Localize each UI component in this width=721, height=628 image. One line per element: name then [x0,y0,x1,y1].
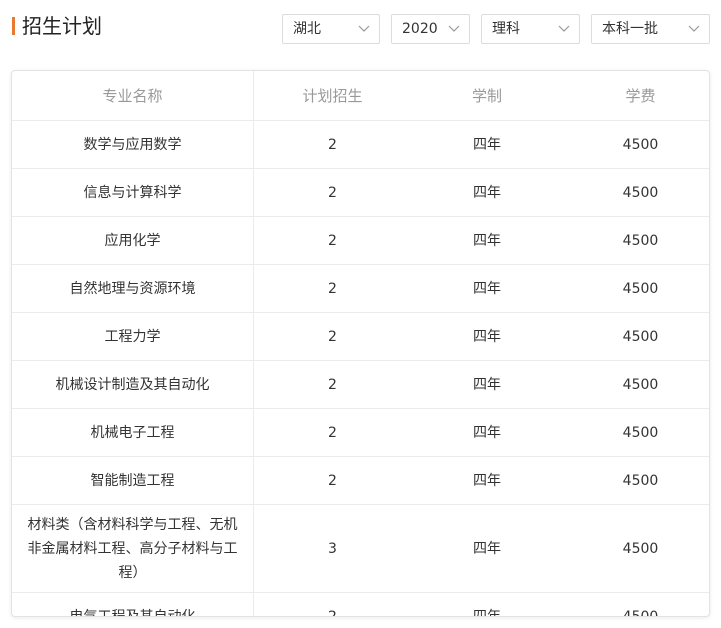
cell-duration: 四年 [411,312,563,361]
cell-major: 应用化学 [12,216,254,265]
title-accent-bar [12,17,15,35]
page-header: 招生计划 湖北 2020 理科 本科一批 [0,0,721,60]
table-row: 数学与应用数学 2 四年 4500 [12,120,709,169]
cell-major-text: 材料类（含材料科学与工程、无机非金属材料工程、高分子材料与工程） [27,516,238,581]
cell-duration: 四年 [411,216,563,265]
batch-select-value: 本科一批 [602,21,658,37]
cell-major: 机械电子工程 [12,408,254,457]
cell-plan: 2 [253,168,411,217]
table-row: 应用化学 2 四年 4500 [12,216,709,265]
cell-fee: 4500 [563,264,709,313]
year-select[interactable]: 2020 [391,14,470,44]
cell-major: 材料类（含材料科学与工程、无机非金属材料工程、高分子材料与工程） [12,504,254,593]
cell-fee: 4500 [563,456,709,505]
cell-fee: 4500 [563,216,709,265]
column-header-plan: 计划招生 [253,71,411,121]
column-header-duration: 学制 [411,71,563,121]
chevron-down-icon [358,25,370,32]
cell-fee: 4500 [563,504,709,593]
cell-major: 智能制造工程 [12,456,254,505]
cell-duration: 四年 [411,120,563,169]
province-select[interactable]: 湖北 [282,14,380,44]
cell-duration: 四年 [411,360,563,409]
year-select-value: 2020 [402,21,438,37]
table-row: 材料类（含材料科学与工程、无机非金属材料工程、高分子材料与工程） 3 四年 45… [12,504,709,593]
table-row: 自然地理与资源环境 2 四年 4500 [12,264,709,313]
cell-major: 工程力学 [12,312,254,361]
batch-select[interactable]: 本科一批 [591,14,710,44]
cell-major: 数学与应用数学 [12,120,254,169]
cell-duration: 四年 [411,264,563,313]
cell-plan: 3 [253,504,411,593]
cell-duration: 四年 [411,456,563,505]
cell-plan: 2 [253,120,411,169]
chevron-down-icon [688,25,700,32]
cell-plan: 2 [253,408,411,457]
enrollment-plan-table: 专业名称 计划招生 学制 学费 数学与应用数学 2 四年 4500 信息与计算科… [11,70,710,617]
chevron-down-icon [558,25,570,32]
cell-plan: 2 [253,312,411,361]
chevron-down-icon [448,25,460,32]
cell-fee: 4500 [622,608,659,617]
cell-plan: 2 [253,264,411,313]
cell-fee: 4500 [563,408,709,457]
table-header-row: 专业名称 计划招生 学制 学费 [12,71,709,121]
cell-plan: 2 [253,216,411,265]
cell-major: 信息与计算科学 [12,168,254,217]
cell-duration: 四年 [411,168,563,217]
cell-duration: 四年 [411,504,563,593]
table-row: 信息与计算科学 2 四年 4500 [12,168,709,217]
table-row: 智能制造工程 2 四年 4500 [12,456,709,505]
subject-select[interactable]: 理科 [481,14,580,44]
cell-fee: 4500 [563,120,709,169]
cell-fee: 4500 [563,168,709,217]
cell-plan: 2 [253,360,411,409]
cell-fee: 4500 [563,312,709,361]
cell-major: 电气工程及其自动化 [12,592,254,616]
table-row: 电气工程及其自动化 2 四年 4500 [12,592,709,617]
column-header-major: 专业名称 [12,71,254,121]
table-row: 机械设计制造及其自动化 2 四年 4500 [12,360,709,409]
cell-major: 自然地理与资源环境 [12,264,254,313]
cell-fee: 4500 [563,360,709,409]
table-row: 机械电子工程 2 四年 4500 [12,408,709,457]
province-select-value: 湖北 [293,21,321,37]
subject-select-value: 理科 [492,21,520,37]
table-row: 工程力学 2 四年 4500 [12,312,709,361]
cell-duration: 四年 [411,408,563,457]
cell-plan: 2 [253,456,411,505]
page-title: 招生计划 [22,14,102,38]
cell-major: 机械设计制造及其自动化 [12,360,254,409]
cell-duration: 四年 [473,608,501,617]
cell-plan: 2 [328,608,337,617]
column-header-fee: 学费 [563,71,709,121]
